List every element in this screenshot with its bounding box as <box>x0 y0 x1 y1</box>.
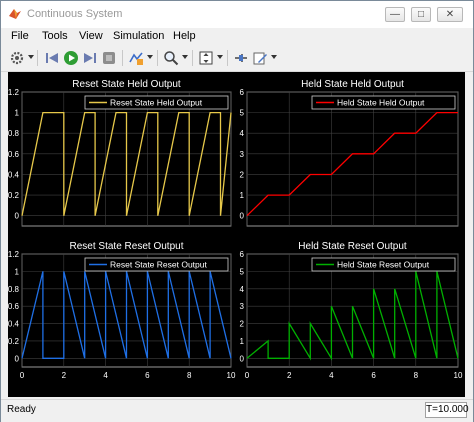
y-tick-label: 1 <box>240 191 245 200</box>
y-tick-label: 5 <box>240 267 245 276</box>
x-tick-label: 2 <box>287 371 292 380</box>
y-tick-label: 1 <box>240 337 245 346</box>
edit-caret-icon[interactable] <box>271 55 277 59</box>
y-tick-label: 0.6 <box>8 150 20 159</box>
y-tick-label: 1 <box>15 267 20 276</box>
axes-box <box>246 91 459 227</box>
menu-simulation[interactable]: Simulation <box>113 30 164 42</box>
y-tick-label: 6 <box>240 250 245 259</box>
title-bar[interactable]: Continuous System — □ ✕ <box>1 1 473 28</box>
app-window: Continuous System — □ ✕ File Tools View … <box>0 0 474 422</box>
run-icon[interactable] <box>63 50 79 66</box>
plot-title: Reset State Reset Output <box>70 241 184 252</box>
menu-bar: File Tools View Simulation Help <box>1 28 473 46</box>
fit-axes-caret-icon[interactable] <box>217 55 223 59</box>
step-forward-icon[interactable] <box>82 50 98 66</box>
status-bar: Ready T=10.000 <box>1 399 473 422</box>
status-text: Ready <box>7 404 36 415</box>
y-tick-label: 0.2 <box>8 337 20 346</box>
highlight-block-icon[interactable] <box>233 50 249 66</box>
fit-axes-icon[interactable] <box>198 50 214 66</box>
legend-label: Reset State Held Output <box>110 98 203 108</box>
y-tick-label: 1.2 <box>8 250 20 259</box>
toolbar-separator <box>192 50 193 66</box>
x-tick-label: 10 <box>454 371 463 380</box>
y-tick-label: 2 <box>240 170 245 179</box>
toolbar-separator <box>37 50 38 66</box>
edit-icon[interactable] <box>252 50 268 66</box>
x-tick-label: 4 <box>103 371 108 380</box>
menu-help[interactable]: Help <box>173 30 196 42</box>
menu-tools[interactable]: Tools <box>42 30 68 42</box>
x-tick-label: 10 <box>227 371 236 380</box>
y-tick-label: 0 <box>15 354 20 363</box>
x-tick-label: 8 <box>414 371 419 380</box>
y-tick-label: 4 <box>240 285 245 294</box>
y-tick-label: 4 <box>240 129 245 138</box>
toolbar-separator <box>157 50 158 66</box>
toolbar-separator <box>122 50 123 66</box>
menu-file[interactable]: File <box>11 30 29 42</box>
gear-dropdown-caret-icon[interactable] <box>28 55 34 59</box>
toolbar-separator <box>227 50 228 66</box>
minimize-button[interactable]: — <box>385 7 405 22</box>
plot-title: Held State Held Output <box>301 79 404 90</box>
x-tick-label: 2 <box>62 371 67 380</box>
y-tick-label: 0.8 <box>8 285 20 294</box>
x-tick-label: 8 <box>187 371 192 380</box>
plot-title: Held State Reset Output <box>298 241 407 252</box>
legend-label: Held State Reset Output <box>337 260 430 270</box>
x-tick-label: 6 <box>145 371 150 380</box>
y-tick-label: 6 <box>240 88 245 97</box>
y-tick-label: 3 <box>240 150 245 159</box>
y-tick-label: 0 <box>15 212 20 221</box>
window-title: Continuous System <box>27 8 123 20</box>
scope-plots: 0 0.2 0.4 0.6 0.8 1 1.2 Reset State Held Output… <box>8 79 463 380</box>
y-tick-label: 3 <box>240 302 245 311</box>
signal-select-caret-icon[interactable] <box>147 55 153 59</box>
zoom-caret-icon[interactable] <box>182 55 188 59</box>
zoom-icon[interactable] <box>163 50 179 66</box>
toolbar <box>1 46 473 72</box>
y-tick-label: 0 <box>240 354 245 363</box>
legend-label: Reset State Reset Output <box>110 260 207 270</box>
x-tick-label: 0 <box>245 371 250 380</box>
y-tick-label: 0.4 <box>8 170 20 179</box>
y-tick-label: 5 <box>240 109 245 118</box>
x-tick-label: 4 <box>329 371 334 380</box>
scope-plot-area: 0 0.2 0.4 0.6 0.8 1 1.2 Reset State Held Output… <box>8 72 465 397</box>
y-tick-label: 0.4 <box>8 320 20 329</box>
signal-select-icon[interactable] <box>128 50 144 66</box>
simulation-time: T=10.000 <box>425 402 469 418</box>
maximize-button[interactable]: □ <box>411 7 431 22</box>
menu-view[interactable]: View <box>79 30 103 42</box>
step-back-icon[interactable] <box>44 50 60 66</box>
y-tick-label: 1.2 <box>8 88 20 97</box>
plot-title: Reset State Held Output <box>72 79 181 90</box>
y-tick-label: 0 <box>240 212 245 221</box>
gear-icon[interactable] <box>9 50 25 66</box>
y-tick-label: 1 <box>15 109 20 118</box>
y-tick-label: 0.6 <box>8 302 20 311</box>
legend-label: Held State Held Output <box>337 98 425 108</box>
x-tick-label: 6 <box>371 371 376 380</box>
matlab-logo-icon <box>9 9 21 19</box>
close-button[interactable]: ✕ <box>437 7 463 22</box>
x-tick-label: 0 <box>20 371 25 380</box>
y-tick-label: 0.2 <box>8 191 20 200</box>
stop-icon[interactable] <box>101 50 117 66</box>
y-tick-label: 2 <box>240 320 245 329</box>
y-tick-label: 0.8 <box>8 129 20 138</box>
